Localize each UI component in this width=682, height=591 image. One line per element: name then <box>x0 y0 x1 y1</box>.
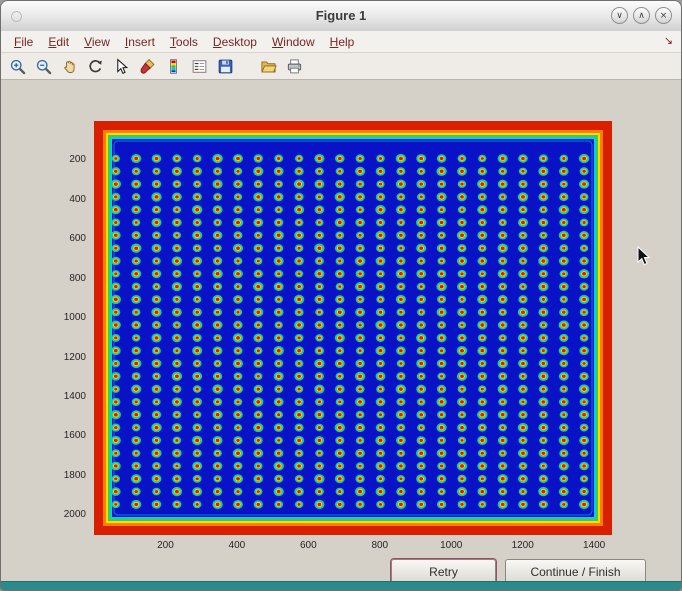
pan-button[interactable] <box>59 56 80 77</box>
menu-overflow-icon[interactable]: ↘ <box>664 34 673 47</box>
x-tick-label: 1200 <box>503 540 543 551</box>
titlebar[interactable]: Figure 1 ∨ ∧ × <box>1 1 681 32</box>
open-file-button[interactable] <box>258 56 279 77</box>
figure-window: Figure 1 ∨ ∧ × File Edit View Insert Too… <box>0 0 682 591</box>
menu-item-desktop[interactable]: Desktop <box>206 33 264 51</box>
brush-icon <box>139 58 156 75</box>
open-folder-icon <box>260 58 277 75</box>
menu-item-window[interactable]: Window <box>265 33 322 51</box>
save-figure-button[interactable] <box>215 56 236 77</box>
x-tick-label: 400 <box>217 540 257 551</box>
y-tick-label: 1000 <box>44 312 86 323</box>
window-bottom-edge <box>1 581 681 590</box>
insert-colorbar-button[interactable] <box>163 56 184 77</box>
insert-legend-button[interactable] <box>189 56 210 77</box>
zoom-in-button[interactable] <box>7 56 28 77</box>
brush-button[interactable] <box>137 56 158 77</box>
y-tick-label: 200 <box>44 154 86 165</box>
x-tick-label: 200 <box>145 540 185 551</box>
menu-item-edit[interactable]: Edit <box>41 33 76 51</box>
plate-heatmap-image[interactable] <box>94 121 612 535</box>
printer-icon <box>286 58 303 75</box>
menu-item-help[interactable]: Help <box>323 33 362 51</box>
menubar: File Edit View Insert Tools Desktop Wind… <box>1 31 681 53</box>
hand-icon <box>61 58 78 75</box>
continue-finish-button[interactable]: Continue / Finish <box>505 559 646 582</box>
y-tick-label: 1400 <box>44 391 86 402</box>
zoom-out-icon <box>35 58 52 75</box>
zoom-out-button[interactable] <box>33 56 54 77</box>
mouse-cursor <box>637 246 651 268</box>
data-cursor-button[interactable] <box>111 56 132 77</box>
retry-button[interactable]: Retry <box>391 559 496 582</box>
menu-item-view[interactable]: View <box>77 33 117 51</box>
print-figure-button[interactable] <box>284 56 305 77</box>
zoom-in-icon <box>9 58 26 75</box>
y-tick-label: 1600 <box>44 430 86 441</box>
y-tick-label: 2000 <box>44 509 86 520</box>
y-tick-label: 800 <box>44 273 86 284</box>
figure-toolbar <box>1 53 681 80</box>
menu-item-insert[interactable]: Insert <box>118 33 162 51</box>
y-tick-label: 1800 <box>44 470 86 481</box>
y-tick-label: 600 <box>44 233 86 244</box>
rotate-3d-icon <box>87 58 104 75</box>
menu-item-file[interactable]: File <box>7 33 40 51</box>
figure-canvas: Retry Continue / Finish 200 400 600 800 1000… <box>1 80 681 582</box>
legend-icon <box>191 58 208 75</box>
rotate-3d-button[interactable] <box>85 56 106 77</box>
y-tick-label: 400 <box>44 194 86 205</box>
x-tick-label: 800 <box>360 540 400 551</box>
shade-button[interactable]: ∨ <box>611 7 628 24</box>
y-tick-label: 1200 <box>44 352 86 363</box>
data-cursor-icon <box>113 58 130 75</box>
save-icon <box>217 58 234 75</box>
x-tick-label: 1400 <box>574 540 614 551</box>
menu-item-tools[interactable]: Tools <box>163 33 205 51</box>
close-button[interactable]: × <box>655 7 672 24</box>
x-tick-label: 600 <box>288 540 328 551</box>
maximize-button[interactable]: ∧ <box>633 7 650 24</box>
window-title: Figure 1 <box>1 8 681 23</box>
colorbar-icon <box>165 58 182 75</box>
x-tick-label: 1000 <box>431 540 471 551</box>
